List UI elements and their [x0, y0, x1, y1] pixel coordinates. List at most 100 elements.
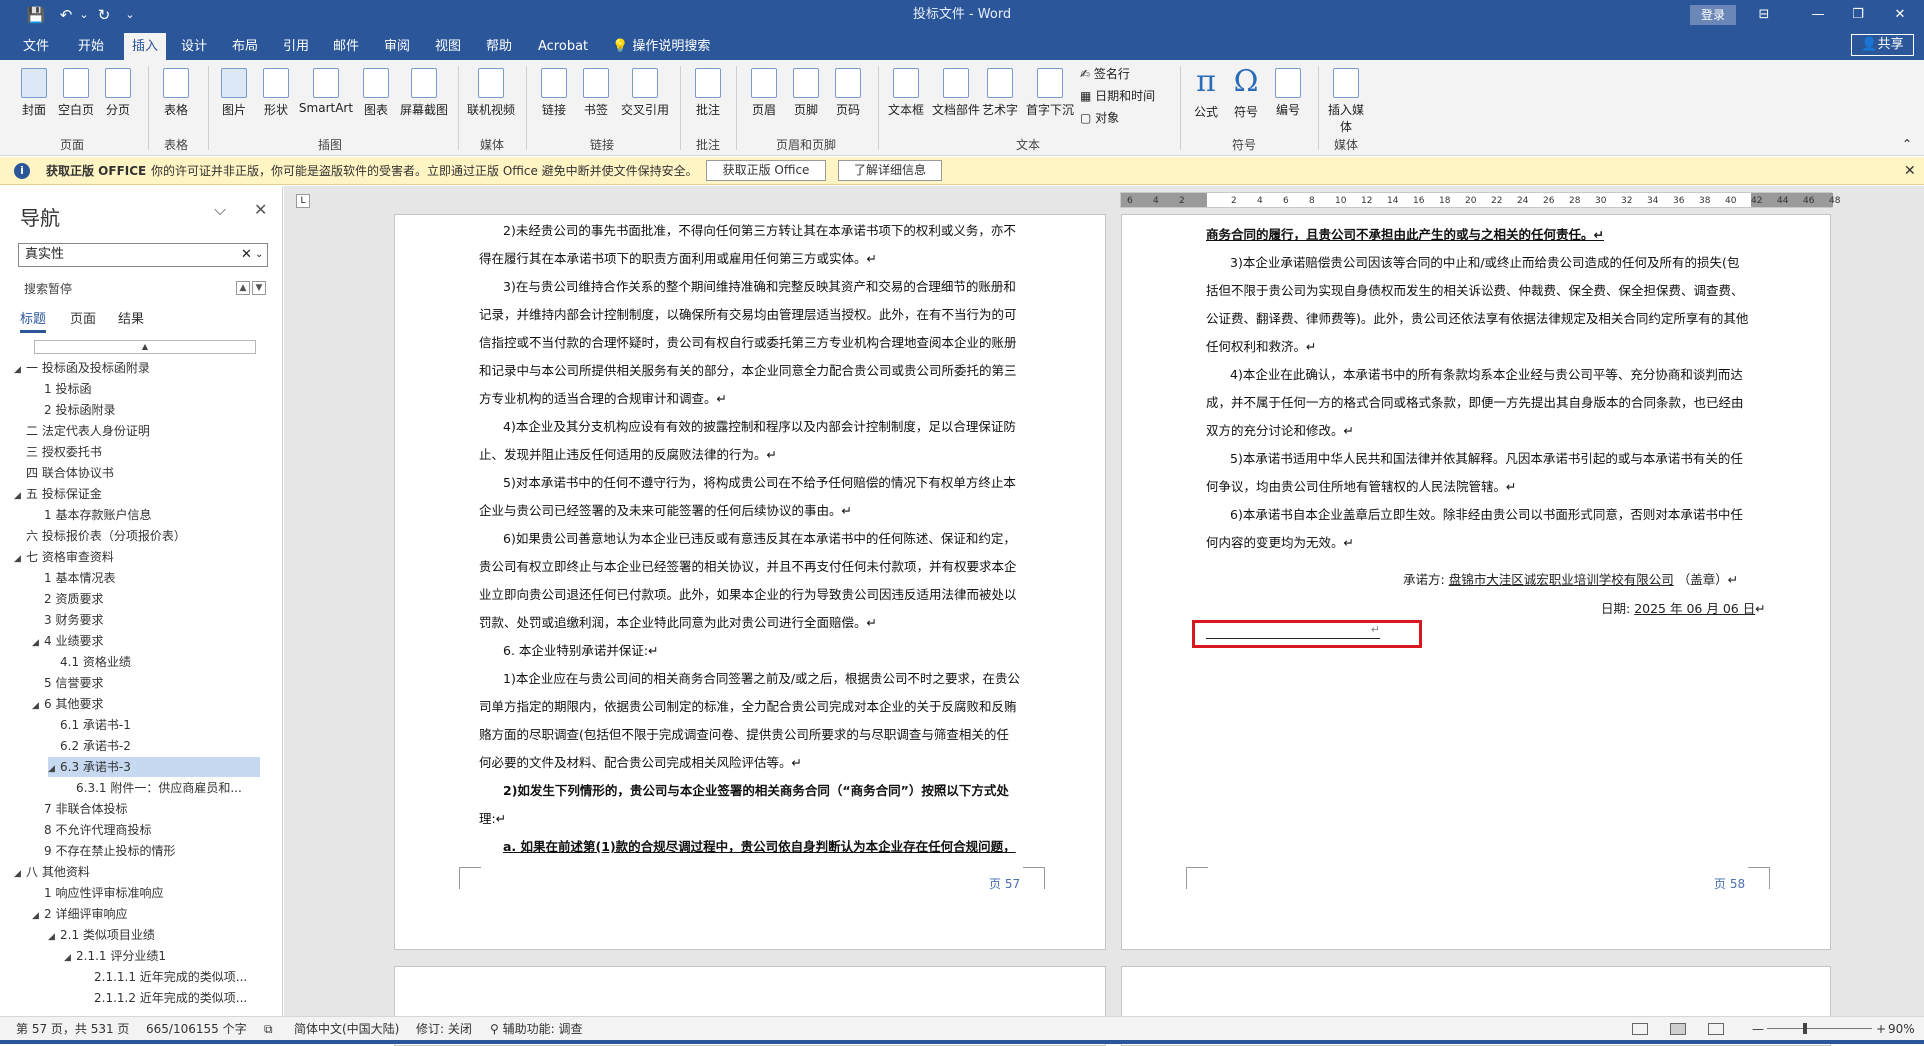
page-57[interactable]: 2)未经贵公司的事先书面批准，不得向任何第三方转让其在本承诺书项下的权利或义务，… [394, 214, 1106, 950]
document-line[interactable]: 得在履行其在本承诺书项下的职责方面利用或雇用任何第三方或实体。↵ [479, 245, 1020, 273]
nav-heading-item[interactable]: ◢ 6 其他要求 [32, 694, 103, 714]
zoom-out-button[interactable]: — [1752, 1017, 1764, 1041]
quick-parts-button[interactable]: 文档部件 [930, 64, 982, 118]
numbering-button[interactable]: 编号 [1268, 64, 1308, 118]
nav-heading-item[interactable]: 2 投标函附录 [32, 400, 115, 420]
zoom-slider[interactable] [1767, 1028, 1872, 1029]
online-video-button[interactable]: 联机视频 [464, 64, 518, 118]
tab-layout[interactable]: 布局 [226, 33, 264, 60]
date-value[interactable]: 2025 年 06 月 06 日 [1634, 601, 1755, 616]
signature-line-button[interactable]: ✍ 签名行 [1080, 64, 1130, 84]
read-mode-icon[interactable] [1632, 1023, 1648, 1035]
document-line[interactable]: 6)如果贵公司善意地认为本企业已违反或有意违反其在本承诺书中的任何陈述、保证和约… [479, 525, 1020, 553]
nav-heading-item[interactable]: 2.1.1.1 近年完成的类似项... [82, 967, 247, 987]
document-line[interactable]: 企业与贵公司已经签署的及未来可能签署的任何后续协议的事由。↵ [479, 497, 1020, 525]
nav-close-icon[interactable]: ✕ [254, 200, 267, 219]
language[interactable]: 简体中文(中国大陆) [294, 1017, 399, 1041]
tell-me-search[interactable]: 💡 操作说明搜索 [606, 33, 716, 60]
nav-options-icon[interactable]: ⌵ [214, 200, 226, 220]
document-line[interactable]: 5)本承诺书适用中华人民共和国法律并依其解释。凡因本承诺书引起的或与本承诺书有关… [1206, 445, 1748, 473]
accessibility-status[interactable]: ⚲ 辅助功能: 调查 [490, 1017, 582, 1041]
document-line[interactable]: 罚款、处罚或追缴利润，本企业特此同意为此对贵公司进行全面赔偿。↵ [479, 609, 1020, 637]
screenshot-button[interactable]: 屏幕截图 [398, 64, 450, 118]
zoom-level[interactable]: 90% [1888, 1017, 1915, 1041]
horizontal-ruler[interactable]: 6 4 2 2 4 6 8 10 12 14 16 18 20 22 24 26 28 30 32 34 36 38 40 4… [1120, 192, 1840, 208]
expand-toggle-icon[interactable]: ◢ [48, 759, 60, 779]
previous-result-icon[interactable]: ▲ [236, 281, 250, 295]
nav-heading-item[interactable]: ◢ 4 业绩要求 [32, 631, 103, 651]
tab-design[interactable]: 设计 [175, 33, 213, 60]
track-changes-status[interactable]: 修订: 关闭 [416, 1017, 472, 1041]
document-line[interactable]: 止、发现并阻止违反任何适用的反腐败法律的行为。↵ [479, 441, 1020, 469]
document-line[interactable]: 何争议，均由贵公司住所地有管辖权的人民法院管辖。↵ [1206, 473, 1748, 501]
wordart-button[interactable]: 艺术字 [980, 64, 1020, 118]
collapse-ribbon-icon[interactable]: ⌃ [1902, 134, 1912, 154]
page-count[interactable]: 第 57 页，共 531 页 [16, 1017, 129, 1041]
nav-heading-item[interactable]: 7 非联合体投标 [32, 799, 127, 819]
nav-heading-item[interactable]: 六 投标报价表（分项报价表） [14, 526, 186, 546]
word-count[interactable]: 665/106155 个字 [146, 1017, 247, 1041]
document-line[interactable]: 2)如发生下列情形的，贵公司与本企业签署的相关商务合同（“商务合同”）按照以下方… [479, 777, 1020, 805]
table-button[interactable]: 表格 [156, 64, 196, 118]
object-button[interactable]: ▢ 对象 [1080, 108, 1119, 128]
nav-heading-item[interactable]: 8 不允许代理商投标 [32, 820, 151, 840]
nav-tab-pages[interactable]: 页面 [70, 308, 96, 327]
tab-mailings[interactable]: 邮件 [327, 33, 365, 60]
nav-heading-item[interactable]: 三 授权委托书 [14, 442, 102, 462]
document-line[interactable]: 6)本承诺书自本企业盖章后立即生效。除非经由贵公司以书面形式同意，否则对本承诺书… [1206, 501, 1748, 529]
tab-view[interactable]: 视图 [429, 33, 467, 60]
nav-heading-item[interactable]: 6.1 承诺书-1 [48, 715, 131, 735]
document-line[interactable]: 贵公司有权立即终止与本企业已经签署的相关协议，并且不再支付任何未付款项，并有权要… [479, 553, 1020, 581]
document-line[interactable]: 成，并不属于任何一方的格式合同或格式条款，即便一方先提出其自身版本的合同条款，也… [1206, 389, 1748, 417]
page-number-button[interactable]: 页码 [828, 64, 868, 118]
nav-heading-item[interactable]: 3 财务要求 [32, 610, 103, 630]
drop-cap-button[interactable]: 首字下沉 [1024, 64, 1076, 118]
page-57-body[interactable]: 2)未经贵公司的事先书面批准，不得向任何第三方转让其在本承诺书项下的权利或义务，… [479, 217, 1020, 861]
document-line[interactable]: 司单方指定的期限内，依据贵公司制定的标准，全力配合贵公司完成对本企业的关于反腐败… [479, 693, 1020, 721]
nav-heading-item[interactable]: 1 响应性评审标准响应 [32, 883, 163, 903]
document-line[interactable]: 业立即向贵公司退还任何已付款项。此外，如果本企业的行为导致贵公司因违反适用法律而… [479, 581, 1020, 609]
comment-button[interactable]: 批注 [688, 64, 728, 118]
nav-heading-item[interactable]: ◢ 2.1.1 评分业绩1 [64, 946, 166, 966]
nav-heading-item[interactable]: 2 资质要求 [32, 589, 103, 609]
next-result-icon[interactable]: ▼ [252, 281, 266, 295]
nav-heading-item[interactable]: 6.2 承诺书-2 [48, 736, 131, 756]
document-line[interactable]: 商务合同的履行，且贵公司不承担由此产生的或与之相关的任何责任。↵ [1206, 221, 1748, 249]
document-line[interactable]: 3)在与贵公司维持合作关系的整个期间维持准确和完整反映其资产和交易的合理细节的账… [479, 273, 1020, 301]
ribbon-display-options-icon[interactable]: ⊟ [1744, 0, 1784, 30]
expand-toggle-icon[interactable]: ◢ [64, 948, 76, 968]
tab-acrobat[interactable]: Acrobat [532, 33, 594, 60]
nav-heading-item[interactable]: ◢ 七 资格审查资料 [14, 547, 114, 567]
nav-heading-item[interactable]: 1 投标函 [32, 379, 91, 399]
clear-search-icon[interactable]: ✕ [241, 244, 252, 266]
document-line[interactable]: 方专业机构的适当合理的合规审计和调查。↵ [479, 385, 1020, 413]
restore-button[interactable]: ❐ [1838, 0, 1878, 30]
web-layout-icon[interactable] [1708, 1023, 1724, 1035]
nav-heading-item[interactable]: ◢ 2.1 类似项目业绩 [48, 925, 155, 945]
signature-line[interactable]: 承诺方: 盘锦市大洼区诚宏职业培训学校有限公司 （盖章）↵ [1403, 569, 1738, 588]
document-line[interactable]: a. 如果在前述第(1)款的合规尽调过程中，贵公司依自身判断认为本企业存在任何合… [479, 833, 1020, 861]
document-line[interactable]: 何必要的文件及材料、配合贵公司完成相关风险评估等。↵ [479, 749, 1020, 777]
symbol-button[interactable]: Ω 符号 [1226, 64, 1266, 120]
document-line[interactable]: 5)对本承诺书中的任何不遵守行为，将构成贵公司在不给予任何赔偿的情况下有权单方终… [479, 469, 1020, 497]
date-line[interactable]: 日期: 2025 年 06 月 06 日↵ [1601, 598, 1766, 617]
document-line[interactable]: 3)本企业承诺赔偿贵公司因该等合同的中止和/或终止而给贵公司造成的任何及所有的损… [1206, 249, 1748, 277]
document-line[interactable]: 6. 本企业特别承诺并保证:↵ [479, 637, 1020, 665]
nav-heading-item[interactable]: 2.1.1.2 近年完成的类似项... [82, 988, 247, 1008]
nav-heading-item[interactable]: ◢ 五 投标保证金 [14, 484, 102, 504]
save-icon[interactable]: 💾 [22, 0, 50, 30]
document-line[interactable]: 4)本企业及其分支机构应设有有效的披露控制和程序以及内部会计控制制度，足以合理保… [479, 413, 1020, 441]
tab-help[interactable]: 帮助 [480, 33, 518, 60]
expand-toggle-icon[interactable]: ◢ [32, 696, 44, 716]
minimize-button[interactable]: — [1798, 0, 1838, 30]
textbox-button[interactable]: 文本框 [886, 64, 926, 118]
expand-toggle-icon[interactable]: ◢ [32, 906, 44, 926]
zoom-in-button[interactable]: + [1876, 1017, 1886, 1041]
footer-button[interactable]: 页脚 [786, 64, 826, 118]
shapes-button[interactable]: 形状 [256, 64, 296, 118]
bookmark-button[interactable]: 书签 [576, 64, 616, 118]
redo-icon[interactable]: ↻ [90, 0, 118, 30]
zoom-slider-thumb[interactable] [1803, 1023, 1807, 1034]
expand-toggle-icon[interactable]: ◢ [14, 486, 26, 506]
close-button[interactable]: ✕ [1880, 0, 1920, 30]
